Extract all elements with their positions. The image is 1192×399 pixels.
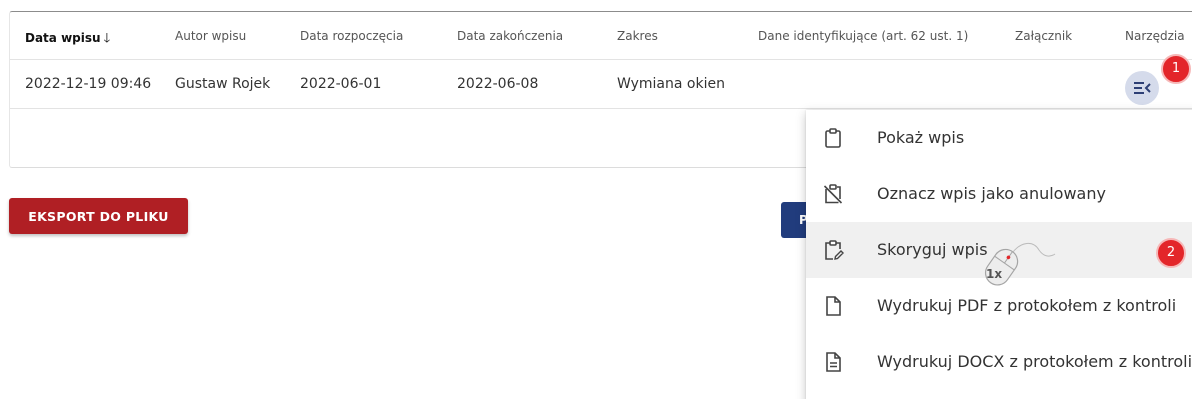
click-count-label: 1x	[986, 267, 1002, 281]
cell-entry-date: 2022-12-19 09:46	[25, 76, 152, 92]
column-header-entry-date[interactable]: Data wpisu 🡓	[25, 29, 110, 51]
column-header-tools: Narzędzia	[1125, 29, 1185, 43]
clipboard-icon	[825, 128, 841, 148]
cell-author: Gustaw Rojek	[175, 76, 271, 92]
column-header-end-date[interactable]: Data zakończenia	[457, 29, 563, 43]
menu-item-mark-cancelled[interactable]: Oznacz wpis jako anulowany	[806, 166, 1192, 222]
menu-item-label: Wydrukuj DOCX z protokołem z kontroli	[877, 352, 1192, 371]
column-header-scope[interactable]: Zakres	[617, 29, 658, 43]
step-badge-2: 2	[1156, 238, 1186, 268]
menu-item-print-docx[interactable]: Wydrukuj DOCX z protokołem z kontroli	[806, 334, 1192, 390]
clipboard-edit-icon	[825, 240, 844, 260]
menu-item-show-entry[interactable]: Pokaż wpis	[806, 110, 1192, 166]
column-header-author[interactable]: Autor wpisu	[175, 29, 246, 43]
menu-item-label: Oznacz wpis jako anulowany	[877, 184, 1106, 203]
clipboard-off-icon	[823, 184, 843, 204]
file-text-icon	[826, 352, 841, 372]
cell-start-date: 2022-06-01	[300, 76, 382, 92]
menu-item-label: Wydrukuj PDF z protokołem z kontroli	[877, 296, 1177, 315]
column-header-identifying-data[interactable]: Dane identyfikujące (art. 62 ust. 1)	[758, 29, 968, 43]
menu-item-label: Pokaż wpis	[877, 128, 965, 147]
file-icon	[826, 296, 841, 316]
export-to-file-button[interactable]: EKSPORT DO PLIKU	[9, 198, 188, 234]
column-header-start-date[interactable]: Data rozpoczęcia	[300, 29, 403, 43]
menu-item-label: Skoryguj wpis	[877, 240, 988, 259]
cell-scope: Wymiana okien	[617, 76, 725, 92]
table-row[interactable]: 2022-12-19 09:46 Gustaw Rojek 2022-06-01…	[10, 61, 1192, 109]
cell-end-date: 2022-06-08	[457, 76, 539, 92]
mouse-click-icon: 1x	[984, 243, 1056, 286]
table-header: Data wpisu 🡓 Autor wpisu Data rozpoczęcia…	[10, 12, 1192, 60]
menu-open-icon	[1134, 82, 1151, 94]
arrow-down-icon: 🡓	[103, 31, 111, 46]
column-header-attachment[interactable]: Załącznik	[1015, 29, 1072, 43]
step-badge-1: 1	[1161, 54, 1191, 84]
tools-menu-button[interactable]	[1125, 71, 1159, 105]
